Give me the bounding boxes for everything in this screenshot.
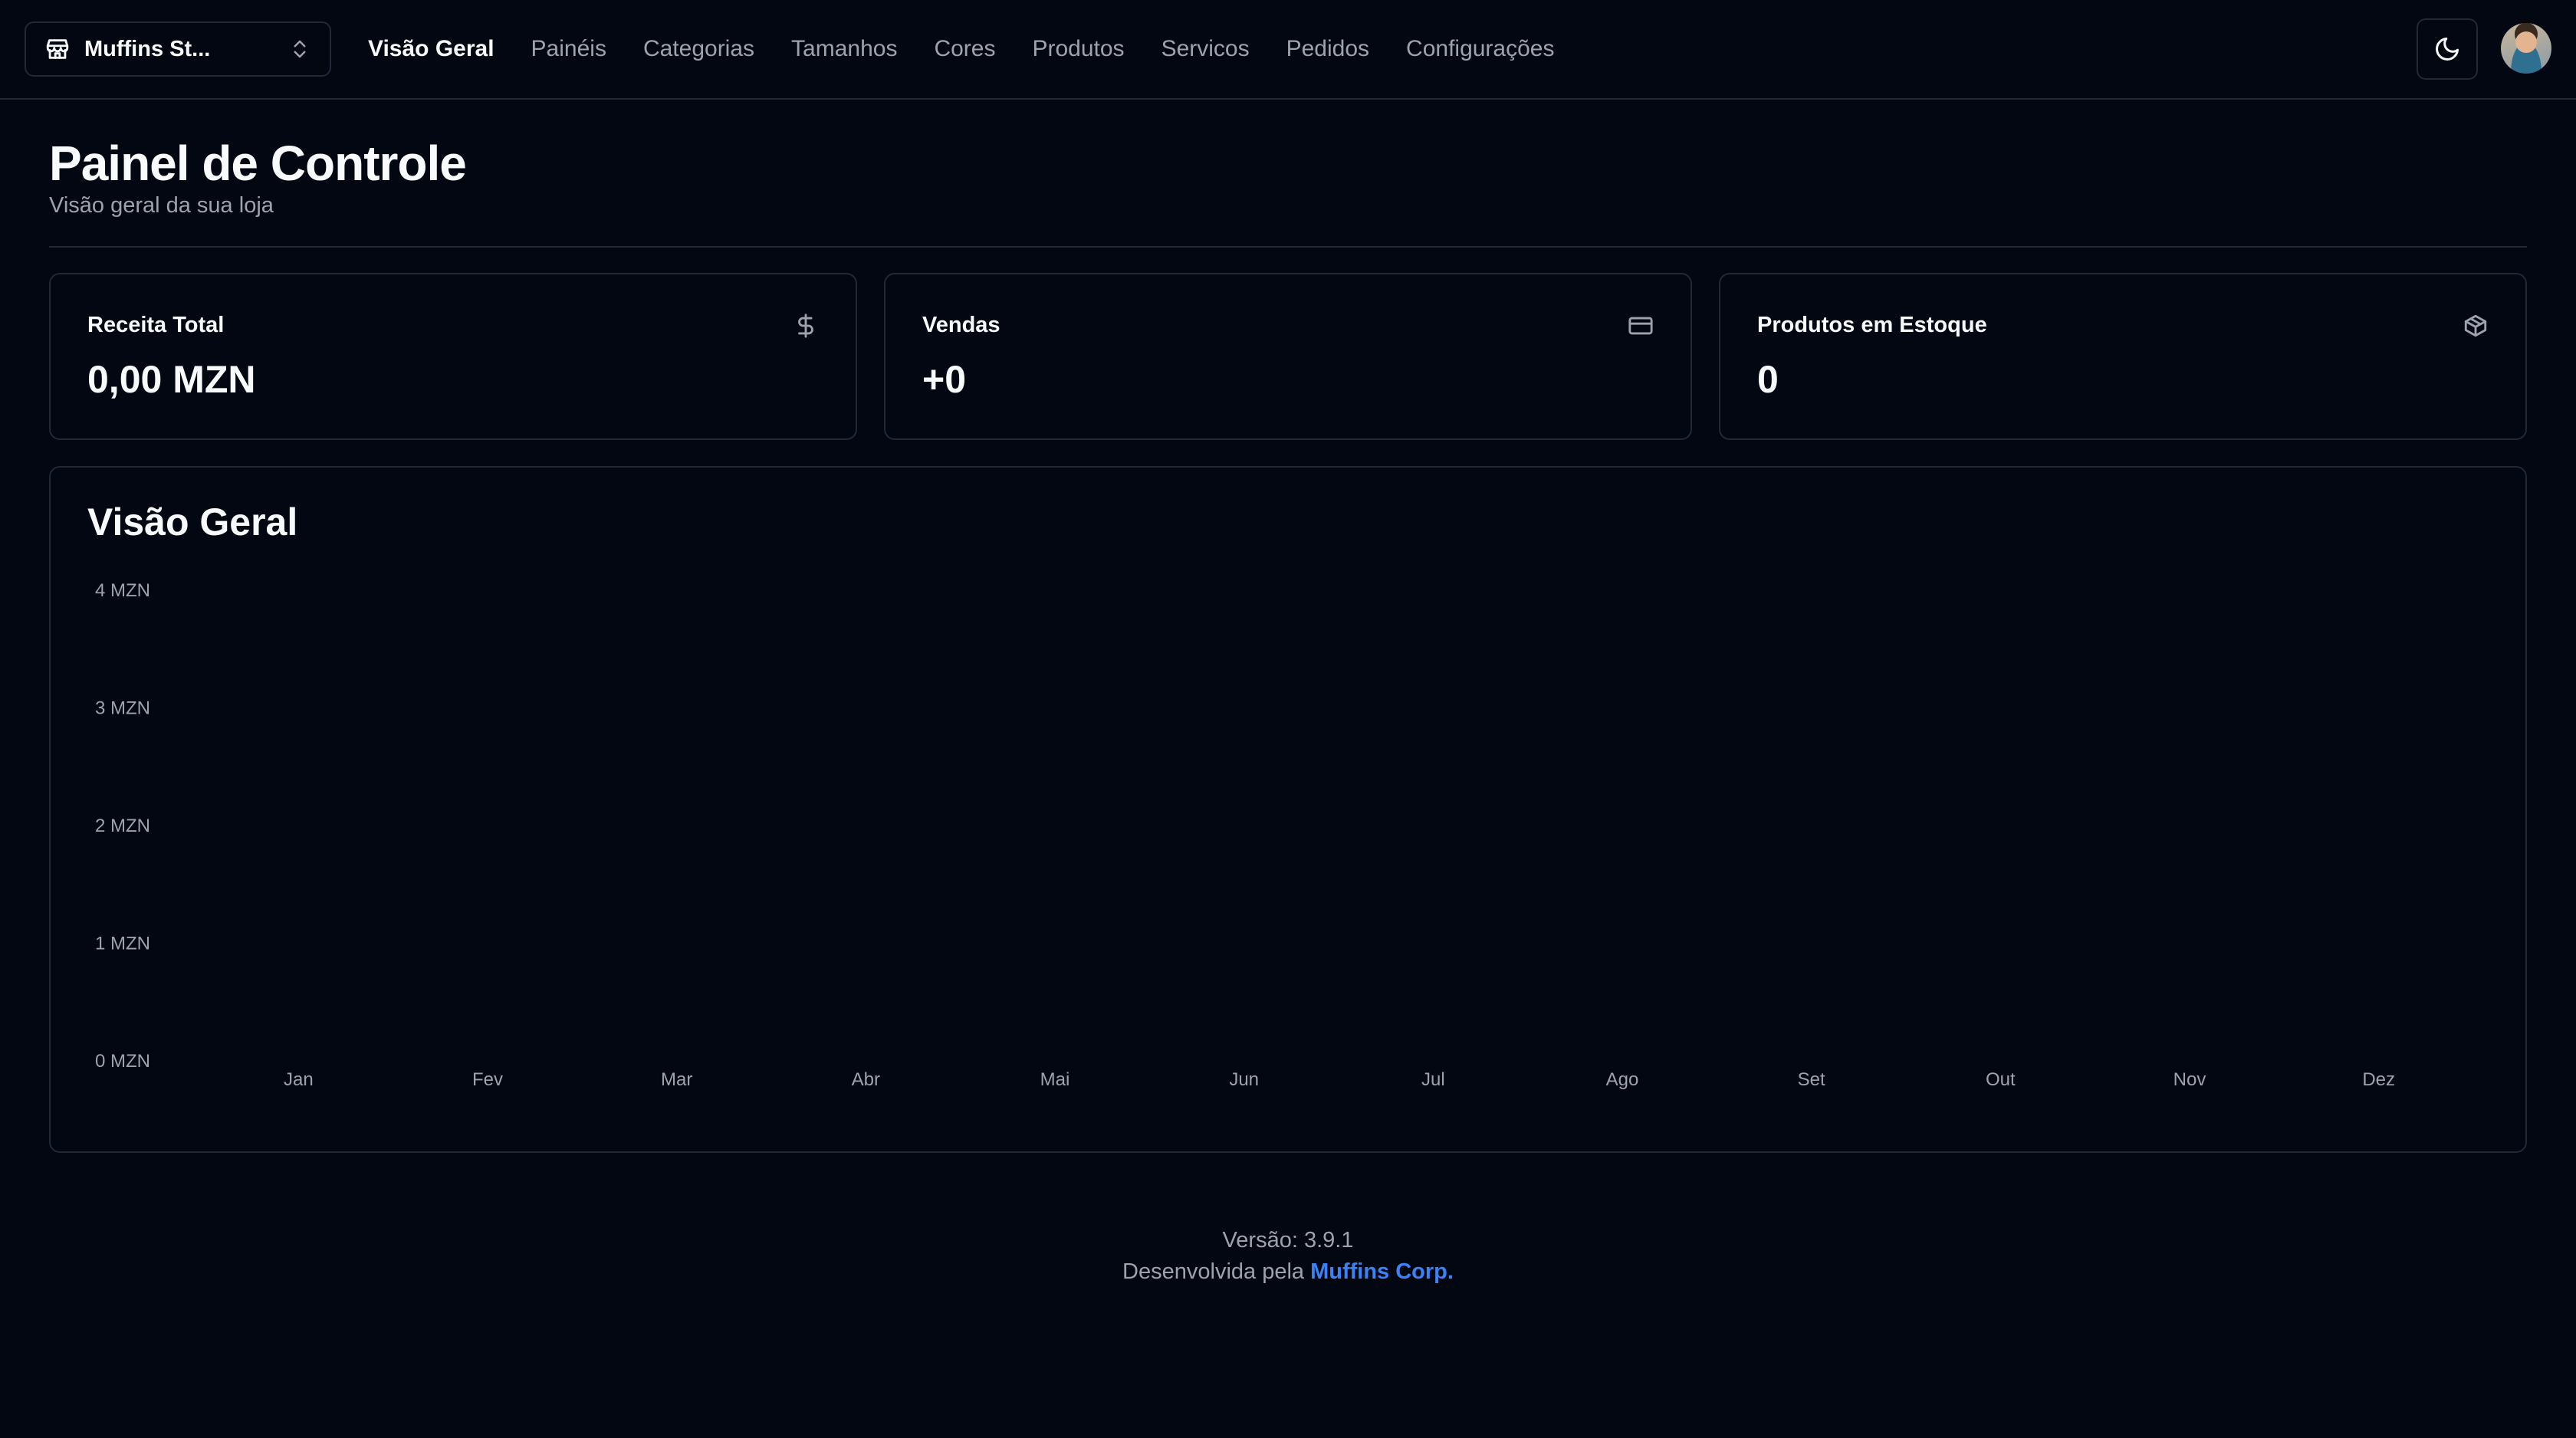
dollar-icon: [793, 313, 819, 339]
store-switcher-label: Muffins St...: [84, 36, 211, 61]
store-icon: [44, 36, 71, 62]
nav-item-visao-geral[interactable]: Visão Geral: [368, 36, 495, 62]
x-axis-tick-label: Fev: [472, 1069, 503, 1090]
chevrons-up-down-icon: [288, 38, 311, 61]
overview-chart-card: Visão Geral 0 MZN 1 MZN 2 MZN 3 MZN 4 MZN Jan…: [49, 466, 2527, 1153]
x-axis-tick-label: Jul: [1421, 1069, 1445, 1090]
page-title: Painel de Controle: [49, 136, 467, 191]
stat-card-label: Vendas: [922, 313, 1001, 337]
stat-card-label: Receita Total: [87, 313, 225, 337]
developed-by-text: Desenvolvida pela: [1122, 1259, 1305, 1284]
x-axis-tick-label: Jan: [284, 1069, 314, 1090]
developed-by-line: Desenvolvida pela Muffins Corp.: [0, 1256, 2576, 1288]
x-axis-tick-label: Mar: [661, 1069, 692, 1090]
nav-item-pedidos[interactable]: Pedidos: [1286, 36, 1369, 62]
stat-card-value: 0,00 MZN: [87, 358, 256, 401]
x-axis-tick-label: Abr: [852, 1069, 880, 1090]
user-avatar[interactable]: [2501, 23, 2551, 74]
x-axis-tick-label: Dez: [2362, 1069, 2395, 1090]
x-axis-tick-label: Out: [1986, 1069, 2016, 1090]
main-nav: Visão Geral Painéis Categorias Tamanhos …: [368, 0, 1591, 98]
nav-item-tamanhos[interactable]: Tamanhos: [791, 36, 897, 62]
package-icon: [2463, 313, 2489, 339]
y-axis-tick-label: 0 MZN: [95, 1051, 150, 1072]
company-link[interactable]: Muffins Corp.: [1310, 1259, 1454, 1284]
y-axis-tick-label: 2 MZN: [95, 816, 150, 836]
theme-toggle-button[interactable]: [2417, 18, 2478, 80]
nav-item-servicos[interactable]: Servicos: [1162, 36, 1250, 62]
footer: Versão: 3.9.1 Desenvolvida pela Muffins …: [0, 1225, 2576, 1288]
credit-card-icon: [1628, 313, 1654, 339]
nav-item-configuracoes[interactable]: Configurações: [1406, 36, 1554, 62]
x-axis-tick-label: Nov: [2174, 1069, 2206, 1090]
separator: [49, 246, 2527, 248]
nav-item-produtos[interactable]: Produtos: [1032, 36, 1124, 62]
stat-card-produtos-em-estoque: Produtos em Estoque 0: [1719, 273, 2527, 440]
nav-item-cores[interactable]: Cores: [934, 36, 995, 62]
top-navigation-bar: Muffins St... Visão Geral Painéis Catego…: [0, 0, 2576, 100]
nav-item-categorias[interactable]: Categorias: [643, 36, 754, 62]
page-subtitle: Visão geral da sua loja: [49, 193, 274, 218]
x-axis-tick-label: Jun: [1229, 1069, 1259, 1090]
y-axis-tick-label: 3 MZN: [95, 698, 150, 719]
y-axis-tick-label: 4 MZN: [95, 580, 150, 601]
stat-card-value: +0: [922, 358, 967, 401]
store-switcher-button[interactable]: Muffins St...: [25, 21, 331, 77]
version-text: Versão: 3.9.1: [1222, 1228, 1354, 1253]
nav-item-paineis[interactable]: Painéis: [531, 36, 606, 62]
stat-card-value: 0: [1757, 358, 1779, 401]
overview-bar-chart: 0 MZN 1 MZN 2 MZN 3 MZN 4 MZN Jan Fev Mar Abr Mai…: [95, 580, 2395, 1090]
moon-icon: [2433, 35, 2461, 63]
stat-card-label: Produtos em Estoque: [1757, 313, 1987, 337]
x-axis-tick-label: Mai: [1040, 1069, 1070, 1090]
stat-card-receita-total: Receita Total 0,00 MZN: [49, 273, 857, 440]
x-axis-tick-label: Set: [1798, 1069, 1825, 1090]
stat-card-vendas: Vendas +0: [884, 273, 1692, 440]
y-axis-tick-label: 1 MZN: [95, 934, 150, 954]
x-axis-tick-label: Ago: [1606, 1069, 1639, 1090]
